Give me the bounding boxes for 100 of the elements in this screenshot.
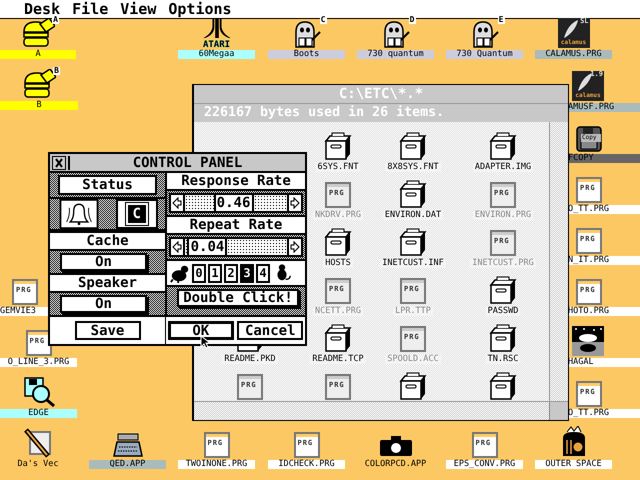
icon-label[interactable]: AMUSF.PRG <box>568 103 640 112</box>
status-title: Status <box>58 175 157 195</box>
file-name[interactable]: INETCUST.INF <box>380 259 446 268</box>
file-name[interactable]: TN.RSC <box>486 355 520 364</box>
toggle-button[interactable]: On <box>60 253 147 271</box>
icon-label[interactable]: COLORPCD.APP <box>357 460 434 469</box>
program-file-icon[interactable] <box>472 432 498 458</box>
icon-label[interactable]: EPS_CONV.PRG <box>446 460 523 469</box>
magnifier-disk-icon[interactable] <box>22 377 54 407</box>
program-file-icon[interactable] <box>576 279 602 305</box>
key-button[interactable]: C <box>126 203 148 225</box>
drawer-icon[interactable] <box>398 180 428 208</box>
file-name[interactable]: 8X8SYS.FNT <box>385 163 441 172</box>
double-click-button[interactable]: Double Click! <box>177 289 299 307</box>
drawer-icon[interactable] <box>323 228 353 256</box>
bell-icon[interactable] <box>57 199 102 229</box>
speed-button[interactable]: 1 <box>208 264 222 282</box>
toggle-button[interactable]: On <box>60 295 147 313</box>
drawer-icon[interactable] <box>323 132 353 160</box>
program-file-icon[interactable] <box>400 326 426 352</box>
drive-letter: A <box>52 16 59 24</box>
icon-label[interactable]: TWOINONE.PRG <box>178 460 255 469</box>
camera-icon[interactable] <box>378 434 412 458</box>
vertical-scrollbar[interactable] <box>549 122 568 401</box>
program-file-icon[interactable] <box>400 278 426 304</box>
icon-label[interactable]: A <box>0 50 76 59</box>
program-file-icon[interactable] <box>576 381 602 407</box>
drawer-icon[interactable] <box>323 324 353 352</box>
icon-label[interactable]: FCOPY <box>568 154 640 163</box>
program-file-icon[interactable] <box>294 432 320 458</box>
typewriter-icon[interactable] <box>112 432 144 458</box>
disk-drive-icon[interactable] <box>22 69 56 99</box>
icon-label[interactable]: B <box>0 101 78 110</box>
drawer-icon[interactable] <box>488 132 518 160</box>
program-file-icon[interactable] <box>204 432 230 458</box>
icon-label[interactable]: EDGE <box>0 409 77 418</box>
icon-label[interactable]: CALAMUS.PRG <box>535 50 612 59</box>
file-name[interactable]: HOSTS <box>323 259 353 268</box>
dialog-button[interactable]: Cancel <box>237 321 304 340</box>
section-header: Cache <box>50 231 165 251</box>
speed-button[interactable]: 4 <box>256 264 270 282</box>
icon-label[interactable]: 730 quantum <box>357 50 434 59</box>
section-header: Speaker <box>50 273 165 293</box>
icon-label[interactable]: HOTO.PRG <box>568 307 640 316</box>
icon-label[interactable]: N_IT.PRG <box>568 256 640 265</box>
icon-label[interactable]: O_TT.PRG <box>568 205 640 214</box>
disk-drive-icon[interactable] <box>21 18 55 48</box>
menu-item[interactable]: View <box>120 0 156 18</box>
program-file-icon[interactable] <box>576 177 602 203</box>
icon-label[interactable]: O_LINE_3.PRG <box>0 358 77 367</box>
program-file-icon[interactable] <box>26 330 52 356</box>
drawer-icon[interactable] <box>488 372 518 400</box>
icon-label[interactable]: GEMVIE3 <box>0 307 48 316</box>
drawer-icon[interactable] <box>488 324 518 352</box>
icon-label[interactable]: Da's Vec <box>0 460 76 469</box>
slider-thumb[interactable]: 0.46 <box>214 193 254 213</box>
file-name[interactable]: PASSWD <box>486 307 520 316</box>
close-icon[interactable] <box>52 156 70 170</box>
file-name[interactable]: ADAPTER.IMG <box>472 163 534 172</box>
icon-label[interactable]: OUTER SPACE <box>535 460 612 469</box>
program-file-icon[interactable] <box>237 374 263 400</box>
drawer-icon[interactable] <box>398 132 428 160</box>
slider-track[interactable]: 0.04 <box>185 237 287 257</box>
menu-item[interactable]: File <box>72 0 108 18</box>
drive-letter: D <box>408 16 416 24</box>
program-file-icon[interactable] <box>12 279 38 305</box>
program-file-icon[interactable] <box>325 278 351 304</box>
horizontal-scrollbar[interactable] <box>194 402 549 420</box>
program-file-icon[interactable] <box>490 182 516 208</box>
file-name[interactable]: ENVIRON.DAT <box>382 211 444 220</box>
icon-label[interactable]: 730 Quantum <box>446 50 523 59</box>
icon-label[interactable]: QED.APP <box>89 460 166 469</box>
icon-label[interactable]: 60Megaa <box>178 50 255 59</box>
dialog-button[interactable]: OK <box>168 321 234 340</box>
slider-thumb[interactable]: 0.04 <box>187 237 228 257</box>
program-file-icon[interactable] <box>576 228 602 254</box>
speed-button[interactable]: 3 <box>240 264 254 282</box>
menu-item[interactable]: Options <box>168 0 232 18</box>
file-name[interactable]: 6SYS.FNT <box>316 163 360 172</box>
feather-icon[interactable] <box>558 18 590 48</box>
feather-icon[interactable] <box>572 71 604 101</box>
drawer-icon[interactable] <box>398 372 428 400</box>
picture-icon[interactable] <box>572 326 604 356</box>
pen-icon[interactable] <box>22 428 54 458</box>
file-name[interactable]: README.TCP <box>310 355 366 364</box>
speed-button[interactable]: 0 <box>192 264 206 282</box>
speed-button[interactable]: 2 <box>224 264 238 282</box>
icon-label[interactable]: O_TT.PRG <box>568 409 640 418</box>
menu-item[interactable]: Desk <box>24 0 60 18</box>
program-file-icon[interactable] <box>490 230 516 256</box>
dialog-button[interactable]: Save <box>74 321 140 340</box>
drawer-icon[interactable] <box>488 276 518 304</box>
icon-label[interactable]: Boots <box>268 50 345 59</box>
atari-logo-icon[interactable] <box>202 18 232 38</box>
program-file-icon[interactable] <box>325 374 351 400</box>
drawer-icon[interactable] <box>398 228 428 256</box>
slider-track[interactable]: 0.46 <box>185 193 287 213</box>
icon-label[interactable]: IDCHECK.PRG <box>268 460 345 469</box>
file-name[interactable]: README.PKD <box>222 355 278 364</box>
program-file-icon[interactable] <box>325 182 351 208</box>
